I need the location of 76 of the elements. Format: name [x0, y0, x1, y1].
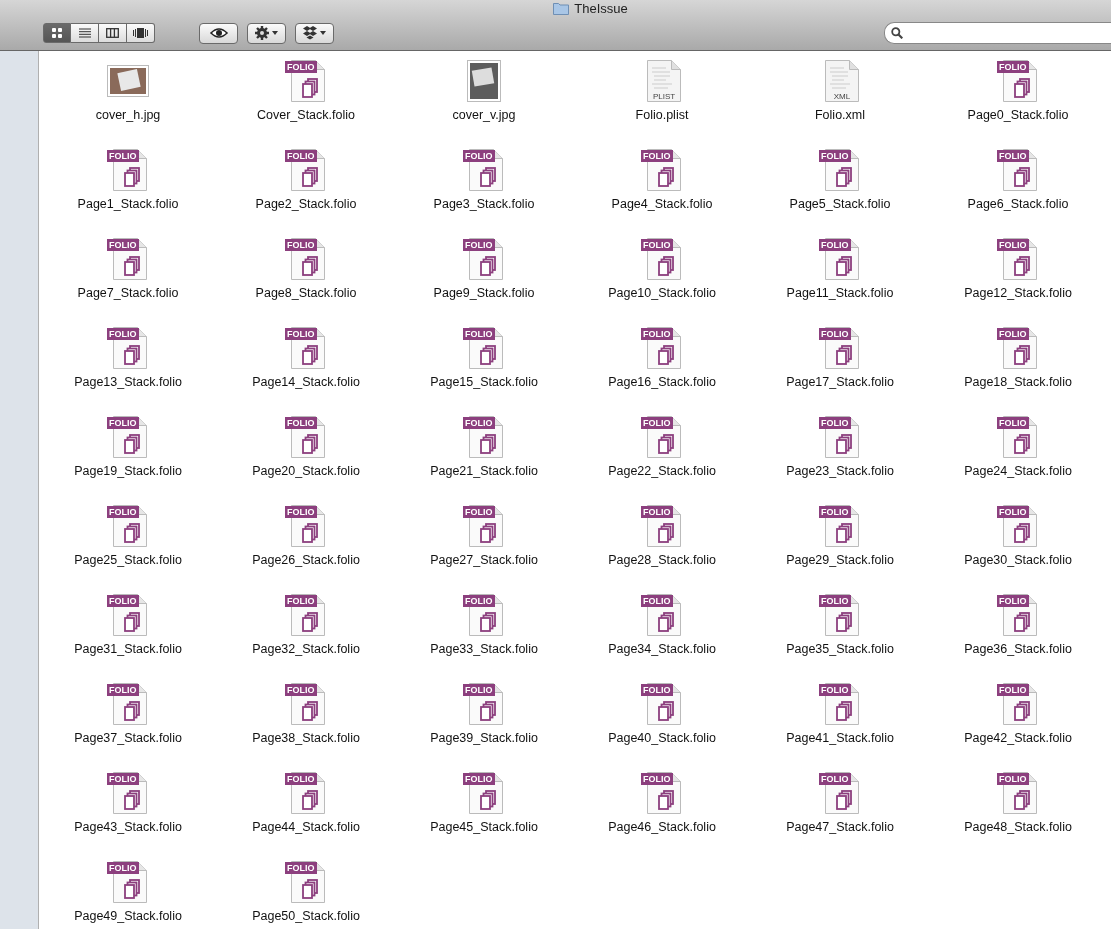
search-icon: [891, 27, 903, 39]
file-name[interactable]: Page30_Stack.folio: [964, 553, 1072, 567]
file-name[interactable]: Page20_Stack.folio: [252, 464, 360, 478]
box-menu-button[interactable]: [295, 22, 334, 44]
file-name[interactable]: Page28_Stack.folio: [608, 553, 716, 567]
folder-icon: [553, 2, 570, 15]
file-name[interactable]: Page1_Stack.folio: [77, 197, 179, 211]
file-name[interactable]: Page44_Stack.folio: [252, 820, 360, 834]
file-name[interactable]: cover_v.jpg: [452, 108, 516, 122]
file-name[interactable]: Page38_Stack.folio: [252, 731, 360, 745]
file-name[interactable]: Page41_Stack.folio: [786, 731, 894, 745]
file-name[interactable]: Folio.plist: [635, 108, 689, 122]
photo-thumbnail-icon: [107, 65, 149, 97]
eye-icon: [209, 28, 228, 38]
file-name[interactable]: Page19_Stack.folio: [74, 464, 182, 478]
file-name[interactable]: Page15_Stack.folio: [430, 375, 538, 389]
file-name[interactable]: Page35_Stack.folio: [786, 642, 894, 656]
search-field[interactable]: [884, 22, 1111, 44]
gear-icon: [254, 26, 279, 40]
file-name[interactable]: Page4_Stack.folio: [611, 197, 713, 211]
icon-view-button[interactable]: [43, 23, 71, 43]
file-name[interactable]: Page0_Stack.folio: [967, 108, 1069, 122]
list-icon: [78, 28, 91, 38]
file-name[interactable]: Page40_Stack.folio: [608, 731, 716, 745]
file-name[interactable]: Page29_Stack.folio: [786, 553, 894, 567]
file-name[interactable]: Page12_Stack.folio: [964, 286, 1072, 300]
file-name[interactable]: Page46_Stack.folio: [608, 820, 716, 834]
file-name[interactable]: Page36_Stack.folio: [964, 642, 1072, 656]
file-name[interactable]: Page50_Stack.folio: [252, 909, 360, 923]
file-name[interactable]: Page24_Stack.folio: [964, 464, 1072, 478]
file-name[interactable]: Page34_Stack.folio: [608, 642, 716, 656]
photo-thumbnail-icon: [467, 60, 501, 102]
file-name[interactable]: Page37_Stack.folio: [74, 731, 182, 745]
quick-look-button[interactable]: [199, 22, 238, 44]
file-name[interactable]: Page27_Stack.folio: [430, 553, 538, 567]
file-name[interactable]: Page45_Stack.folio: [430, 820, 538, 834]
coverflow-icon: [133, 28, 148, 38]
columns-icon: [106, 28, 119, 38]
file-name[interactable]: Page10_Stack.folio: [608, 286, 716, 300]
file-name[interactable]: Page16_Stack.folio: [608, 375, 716, 389]
file-name[interactable]: Cover_Stack.folio: [257, 108, 355, 122]
file-name[interactable]: Page39_Stack.folio: [430, 731, 538, 745]
file-name[interactable]: Page11_Stack.folio: [786, 286, 894, 300]
file-name[interactable]: Page48_Stack.folio: [964, 820, 1072, 834]
file-name[interactable]: Page9_Stack.folio: [433, 286, 535, 300]
file-name[interactable]: Page42_Stack.folio: [964, 731, 1072, 745]
file-name[interactable]: Page23_Stack.folio: [786, 464, 894, 478]
file-name[interactable]: Page13_Stack.folio: [74, 375, 182, 389]
file-name[interactable]: Page47_Stack.folio: [786, 820, 894, 834]
file-name[interactable]: Page5_Stack.folio: [789, 197, 891, 211]
file-name[interactable]: Page6_Stack.folio: [967, 197, 1069, 211]
file-name[interactable]: Page49_Stack.folio: [74, 909, 182, 923]
box-icon: [302, 26, 327, 40]
file-name[interactable]: Page21_Stack.folio: [430, 464, 538, 478]
file-name[interactable]: Page7_Stack.folio: [77, 286, 179, 300]
file-name[interactable]: Page43_Stack.folio: [74, 820, 182, 834]
file-name[interactable]: Page18_Stack.folio: [964, 375, 1072, 389]
file-name[interactable]: Page3_Stack.folio: [433, 197, 535, 211]
file-name[interactable]: Page32_Stack.folio: [252, 642, 360, 656]
window-title: TheIssue: [574, 1, 628, 16]
grid-icon: [52, 28, 62, 38]
file-name[interactable]: Page33_Stack.folio: [430, 642, 538, 656]
file-name[interactable]: Page25_Stack.folio: [74, 553, 182, 567]
column-view-button[interactable]: [99, 23, 127, 43]
list-view-button[interactable]: [71, 23, 99, 43]
file-name[interactable]: Page26_Stack.folio: [252, 553, 360, 567]
file-name[interactable]: Page14_Stack.folio: [252, 375, 360, 389]
file-name[interactable]: Page22_Stack.folio: [608, 464, 716, 478]
file-name[interactable]: Page8_Stack.folio: [255, 286, 357, 300]
file-name[interactable]: Page31_Stack.folio: [74, 642, 182, 656]
file-name[interactable]: cover_h.jpg: [95, 108, 161, 122]
coverflow-view-button[interactable]: [127, 23, 155, 43]
file-name[interactable]: Page17_Stack.folio: [786, 375, 894, 389]
file-name[interactable]: Page2_Stack.folio: [255, 197, 357, 211]
action-menu-button[interactable]: [247, 22, 286, 44]
file-name[interactable]: Folio.xml: [815, 108, 865, 122]
